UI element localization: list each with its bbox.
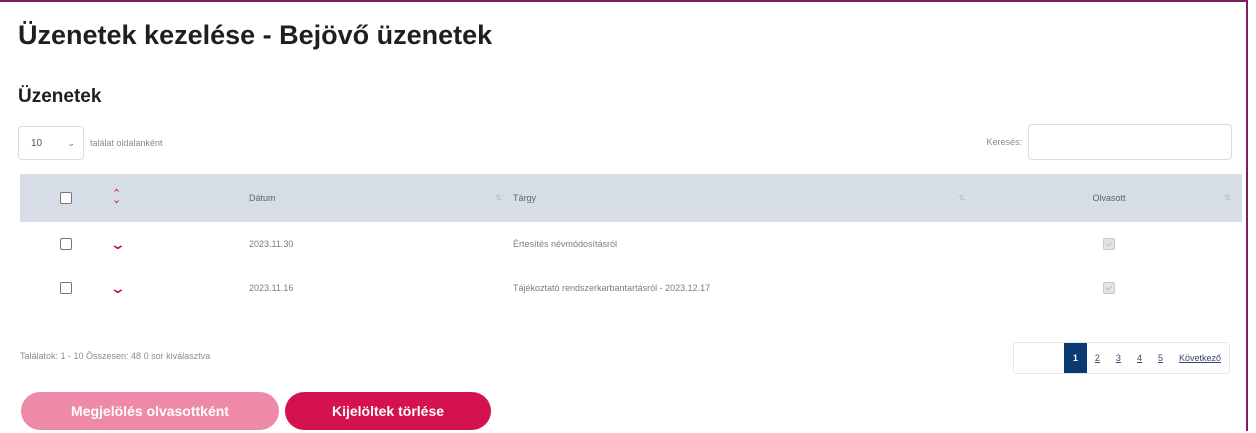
header-select-all-cell — [20, 174, 112, 222]
content-frame: Üzenetek kezelése - Bejövő üzenetek Üzen… — [0, 0, 1248, 431]
row-subject[interactable]: Tájékoztató rendszerkarbantartásról - 20… — [513, 266, 976, 310]
table-info: Találatok: 1 - 10 Összesen: 48 0 sor kiv… — [20, 351, 211, 361]
sort-icon: ⇅ — [958, 193, 965, 203]
row-select-cell — [20, 266, 112, 310]
row-date: 2023.11.30 — [249, 239, 294, 249]
header-date-label: Dátum — [249, 193, 276, 203]
pagination-page-5[interactable]: 5 — [1150, 343, 1171, 373]
page-length-label: találat oldalanként — [90, 138, 163, 148]
chevron-down-icon: ⌄ — [67, 137, 75, 148]
chevron-down-icon[interactable]: ⌄ — [110, 236, 126, 253]
read-checkbox — [1103, 282, 1115, 294]
pagination-previous[interactable] — [1014, 343, 1064, 373]
header-read-label: Olvasott — [1092, 193, 1126, 203]
sort-icon: ⇅ — [495, 193, 502, 203]
table-row[interactable]: ⌄ 2023.11.30 Értesítés névmódosításról — [20, 222, 1242, 266]
page-title: Üzenetek kezelése - Bejövő üzenetek — [18, 20, 493, 50]
row-select-checkbox[interactable] — [60, 238, 72, 250]
header-date[interactable]: Dátum ⇅ — [249, 174, 513, 222]
header-expand-cell: ⌃ ⌄ — [112, 174, 249, 222]
header-subject[interactable]: Tárgy ⇅ — [513, 174, 976, 222]
row-select-cell — [20, 222, 112, 266]
pagination-page-1[interactable]: 1 — [1063, 343, 1087, 373]
row-expand-cell: ⌄ — [110, 222, 249, 266]
row-date: 2023.11.16 — [249, 283, 294, 293]
row-select-checkbox[interactable] — [60, 282, 72, 294]
row-subject[interactable]: Értesítés névmódosításról — [513, 222, 976, 266]
section-title: Üzenetek — [18, 86, 102, 107]
mark-read-button[interactable]: Megjelölés olvasottként — [21, 392, 279, 430]
delete-selected-button[interactable]: Kijelöltek törlése — [285, 392, 491, 430]
header-subject-label: Tárgy — [513, 193, 537, 203]
messages-table-wrap: ⌃ ⌄ Dátum ⇅ Tárgy ⇅ Olvasott ⇅ ⌄ 2023.11… — [20, 174, 1242, 334]
search-label: Keresés: — [986, 137, 1022, 147]
page-length-select[interactable]: 10 ⌄ — [18, 126, 84, 160]
pagination: 1 2 3 4 5 Következő — [1012, 342, 1230, 374]
row-expand-cell: ⌄ — [110, 266, 249, 310]
pagination-page-4[interactable]: 4 — [1129, 343, 1150, 373]
search-input[interactable] — [1028, 124, 1232, 160]
row-read-cell — [976, 222, 1242, 266]
table-header-row: ⌃ ⌄ Dátum ⇅ Tárgy ⇅ Olvasott ⇅ — [20, 174, 1242, 222]
table-row[interactable]: ⌄ 2023.11.16 Tájékoztató rendszerkarbant… — [20, 266, 1242, 310]
pagination-page-3[interactable]: 3 — [1108, 343, 1129, 373]
pagination-next[interactable]: Következő — [1171, 343, 1229, 373]
read-checkbox — [1103, 238, 1115, 250]
row-read-cell — [976, 266, 1242, 310]
page-length-control: 10 ⌄ találat oldalanként — [18, 125, 163, 161]
header-read[interactable]: Olvasott ⇅ — [976, 174, 1242, 222]
page-length-value: 10 — [31, 137, 43, 149]
search-control: Keresés: — [986, 124, 1232, 160]
sort-icon: ⇅ — [1224, 193, 1231, 203]
messages-table: ⌃ ⌄ Dátum ⇅ Tárgy ⇅ Olvasott ⇅ ⌄ 2023.11… — [20, 174, 1242, 310]
expand-all-icon[interactable]: ⌃ ⌄ — [112, 189, 121, 206]
select-all-checkbox[interactable] — [60, 192, 72, 204]
pagination-page-2[interactable]: 2 — [1087, 343, 1108, 373]
chevron-down-icon[interactable]: ⌄ — [110, 280, 126, 297]
